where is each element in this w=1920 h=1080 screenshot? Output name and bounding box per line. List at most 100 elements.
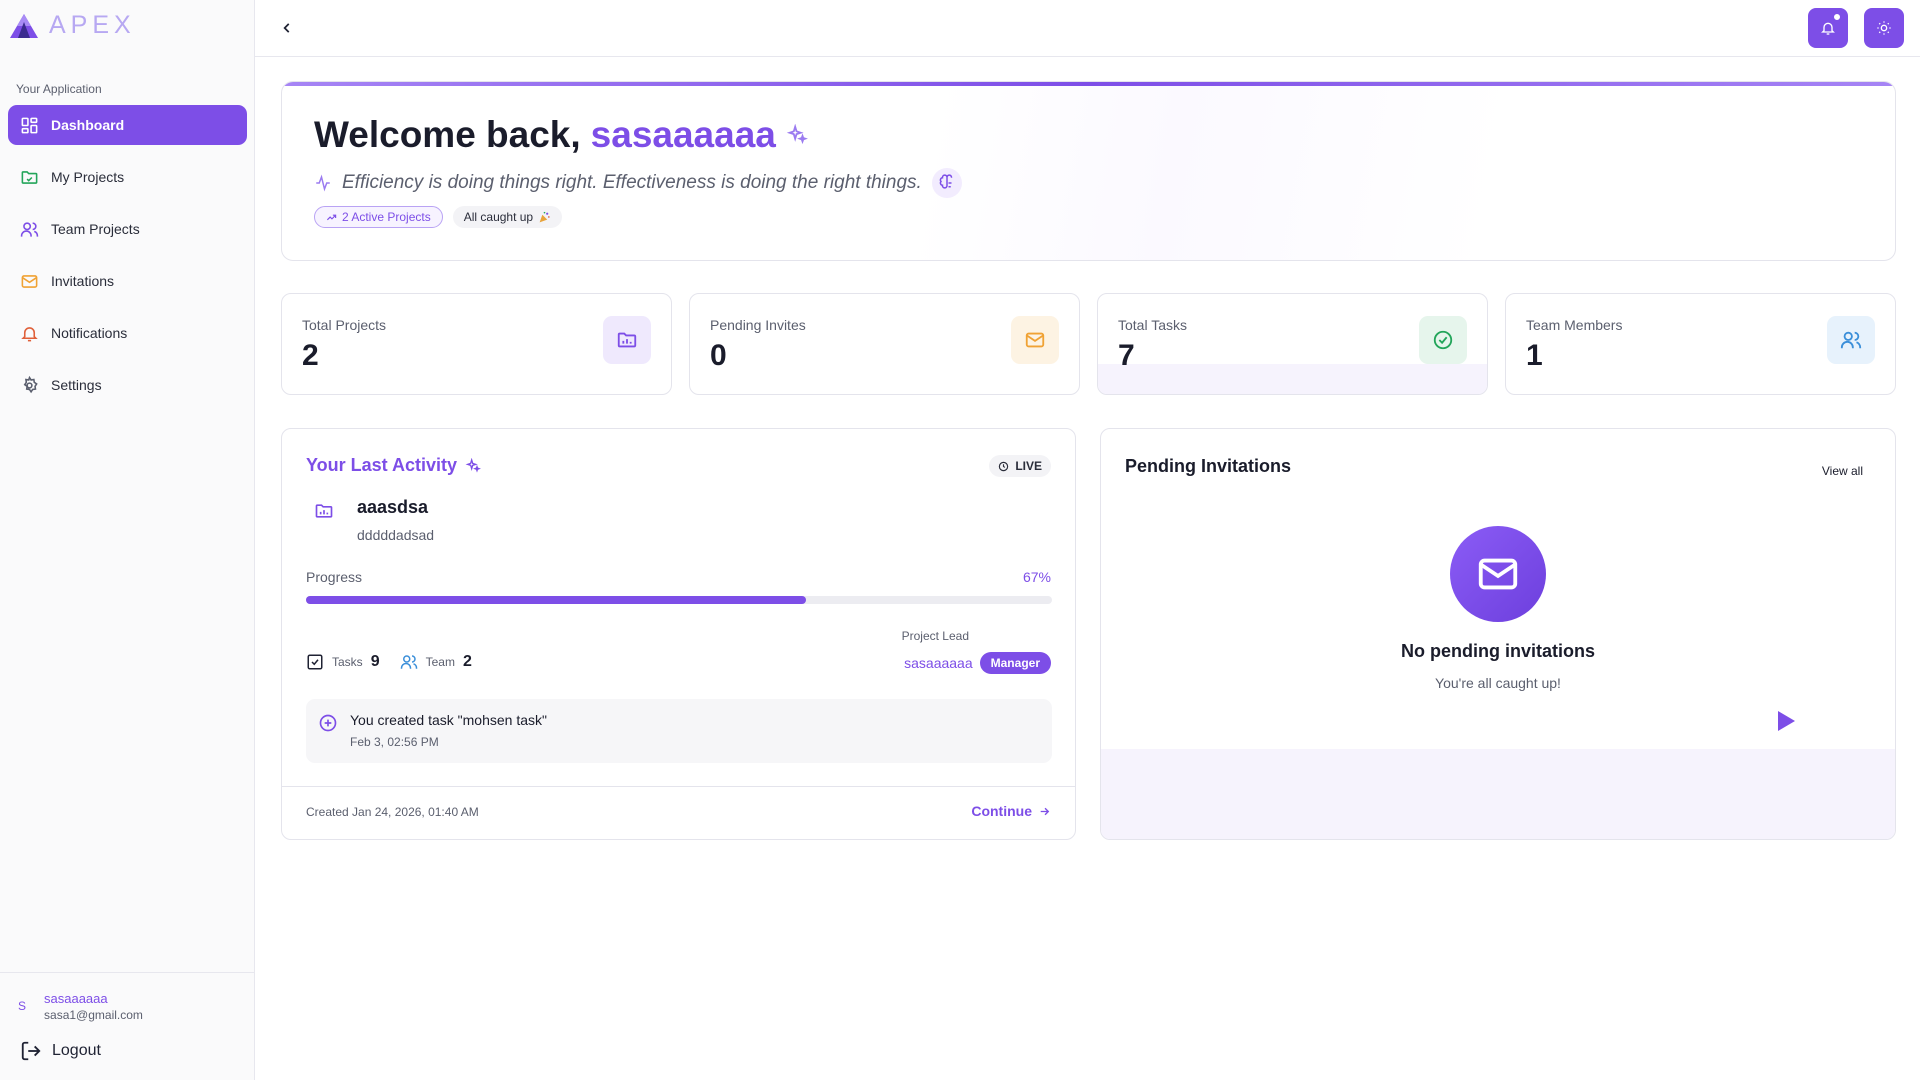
arrow-right-icon: [1040, 807, 1050, 815]
progress-bar-fill: [306, 596, 806, 604]
welcome-username: sasaaaaaa: [590, 114, 776, 155]
apex-logo-icon: [10, 13, 38, 38]
user-name: sasaaaaaa: [44, 991, 108, 1006]
stat-card-pending-invites[interactable]: Pending Invites 0: [689, 293, 1080, 395]
party-icon: [539, 211, 550, 222]
users-icon: [1827, 316, 1875, 364]
project-lead-label: Project Lead: [901, 629, 969, 643]
collapse-sidebar-button[interactable]: [277, 18, 297, 38]
sidebar-item-invitations[interactable]: Invitations: [8, 261, 247, 301]
caught-up-badge: All caught up: [452, 206, 563, 228]
continue-label: Continue: [971, 803, 1032, 819]
mail-icon: [1011, 316, 1059, 364]
sidebar-item-notifications[interactable]: Notifications: [8, 313, 247, 353]
project-name[interactable]: aaasdsa: [357, 497, 428, 518]
project-lead-name[interactable]: sasaaaaaa: [904, 655, 973, 671]
sidebar-item-label: Dashboard: [51, 117, 125, 133]
brain-icon: [931, 168, 962, 198]
continue-button[interactable]: Continue: [971, 803, 1051, 819]
sidebar-item-dashboard[interactable]: Dashboard: [8, 105, 247, 145]
logout-icon: [21, 1041, 41, 1061]
section-label: Your Application: [16, 82, 102, 96]
trending-up-icon: [326, 214, 337, 220]
stat-card-total-tasks[interactable]: Total Tasks 7: [1097, 293, 1488, 395]
hover-highlight: [1098, 364, 1487, 394]
progress-bar: [306, 596, 1052, 604]
stat-label: Pending Invites: [710, 317, 806, 333]
hover-highlight: [1101, 749, 1895, 839]
activity-footer: Created Jan 24, 2026, 01:40 AM Continue: [282, 786, 1075, 839]
logout-button[interactable]: Logout: [20, 1040, 101, 1062]
sidebar-item-my-projects[interactable]: My Projects: [8, 157, 247, 197]
stat-label: Total Projects: [302, 317, 387, 333]
brand-logo[interactable]: APEX: [9, 11, 136, 40]
stat-value: 2: [302, 339, 319, 372]
sidebar: APEX Your Application Dashboard My Proje…: [0, 0, 255, 1080]
progress-percent: 67%: [1022, 569, 1051, 585]
project-lead: sasaaaaaa Manager: [904, 652, 1051, 674]
event-text: You created task "mohsen task": [350, 712, 547, 728]
section-title: Pending Invitations: [1125, 456, 1292, 476]
active-projects-badge[interactable]: 2 Active Projects: [314, 206, 443, 228]
live-label: LIVE: [1015, 459, 1042, 473]
mail-icon: [1450, 526, 1546, 622]
chevron-left-icon: [283, 23, 290, 33]
mail-icon: [21, 274, 38, 288]
check-circle-icon: [1419, 316, 1467, 364]
sparkles-icon: [465, 457, 481, 473]
folder-chart-icon: [306, 493, 342, 529]
user-area: S sasaaaaaa sasa1@gmail.com Logout: [0, 972, 255, 1080]
gear-icon: [23, 375, 38, 393]
topbar: [255, 0, 1920, 57]
notification-dot: [1833, 13, 1841, 21]
view-all-link[interactable]: View all: [1822, 464, 1863, 478]
dashboard-icon: [21, 117, 38, 133]
sparkles-icon: [786, 124, 808, 145]
project-meta: Tasks 9 Team 2: [306, 653, 484, 671]
activity-icon: [316, 174, 330, 192]
team-count: 2: [462, 653, 472, 670]
user-email: sasa1@gmail.com: [44, 1008, 143, 1022]
stat-value: 1: [1526, 339, 1543, 372]
stat-label: Team Members: [1526, 317, 1623, 333]
caught-up-label: All caught up: [463, 210, 534, 224]
users-icon: [400, 655, 417, 669]
stat-card-total-projects[interactable]: Total Projects 2: [281, 293, 672, 395]
greeting: Welcome back,: [314, 114, 581, 155]
last-activity-card: Your Last Activity LIVE aaasdsa dddddads…: [281, 428, 1076, 840]
bell-icon: [21, 326, 38, 341]
activity-event: You created task "mohsen task" Feb 3, 02…: [306, 699, 1052, 763]
sidebar-item-team-projects[interactable]: Team Projects: [8, 209, 247, 249]
clock-icon: [999, 461, 1009, 471]
theme-toggle-button[interactable]: [1864, 8, 1904, 48]
user-profile[interactable]: S sasaaaaaa sasa1@gmail.com: [18, 991, 143, 1022]
sidebar-item-settings[interactable]: Settings: [8, 365, 247, 405]
activity-title: Your Last Activity: [306, 455, 458, 475]
logout-label: Logout: [52, 1042, 101, 1059]
stat-label: Total Tasks: [1118, 317, 1187, 333]
welcome-accent-bar: [282, 82, 1895, 86]
folder-chart-icon: [603, 316, 651, 364]
play-icon: [1778, 711, 1795, 731]
notifications-button[interactable]: [1808, 8, 1848, 48]
bell-icon: [1821, 22, 1835, 35]
section-title: Your Last Activity: [306, 455, 481, 476]
sidebar-item-label: Invitations: [51, 273, 115, 289]
role-badge: Manager: [979, 652, 1051, 674]
folder-icon: [21, 170, 38, 184]
empty-state-title: No pending invitations: [1401, 641, 1595, 661]
users-icon: [20, 221, 39, 237]
sidebar-item-label: My Projects: [51, 169, 125, 185]
stat-card-team-members[interactable]: Team Members 1: [1505, 293, 1896, 395]
created-date: Created Jan 24, 2026, 01:40 AM: [306, 805, 479, 819]
checkbox-icon: [307, 654, 323, 670]
sidebar-nav: Dashboard My Projects Team Projects Invi…: [8, 105, 247, 417]
empty-state-subtitle: You're all caught up!: [1435, 675, 1561, 691]
avatar: S: [18, 999, 27, 1013]
brand-name: APEX: [49, 11, 136, 39]
event-time: Feb 3, 02:56 PM: [350, 735, 439, 749]
project-description: dddddadsad: [357, 527, 435, 543]
sidebar-item-label: Team Projects: [51, 221, 140, 237]
status-chips: 2 Active Projects All caught up: [314, 206, 563, 228]
live-badge: LIVE: [989, 455, 1051, 477]
